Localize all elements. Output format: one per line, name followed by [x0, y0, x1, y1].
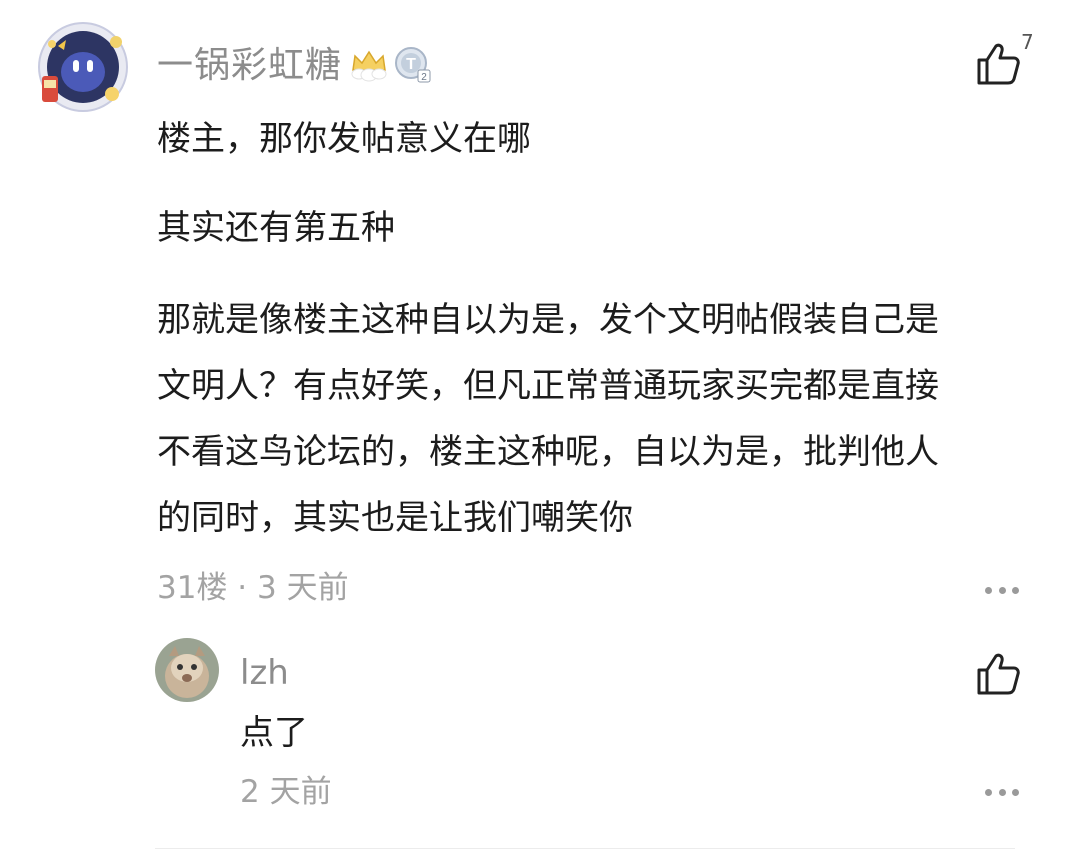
more-options-icon[interactable]	[985, 585, 1019, 595]
comment-paragraph: 楼主，那你发帖意义在哪	[157, 119, 531, 159]
svg-text:2: 2	[421, 72, 427, 83]
reply-time: 2 天前	[240, 774, 332, 810]
divider	[155, 848, 1015, 849]
comment-thread: 一锅彩虹糖 T 2 7 楼主，那你发帖意义在哪 其实还有第五种 那就是像楼主这种…	[0, 0, 1080, 852]
like-count: 7	[1021, 30, 1034, 54]
svg-text:T: T	[406, 56, 416, 73]
comment-floor-and-time: 31楼 · 3 天前	[157, 570, 349, 606]
comment-paragraph: 其实还有第五种	[157, 208, 395, 248]
username[interactable]: 一锅彩虹糖	[157, 42, 342, 90]
reply-user-avatar[interactable]	[155, 638, 219, 702]
reply-text: 点了	[240, 713, 308, 753]
comment-paragraph: 那就是像楼主这种自以为是，发个文明帖假装自己是 文明人？有点好笑，但凡正常普通玩…	[157, 300, 939, 538]
more-options-icon[interactable]	[985, 787, 1019, 797]
crown-badge-icon	[349, 44, 389, 84]
thumbs-up-icon[interactable]	[976, 652, 1022, 696]
level-badge-icon: T 2	[394, 46, 432, 84]
thumbs-up-icon[interactable]	[976, 42, 1022, 86]
reply-username[interactable]: lzh	[240, 650, 289, 696]
user-avatar[interactable]	[36, 20, 130, 114]
